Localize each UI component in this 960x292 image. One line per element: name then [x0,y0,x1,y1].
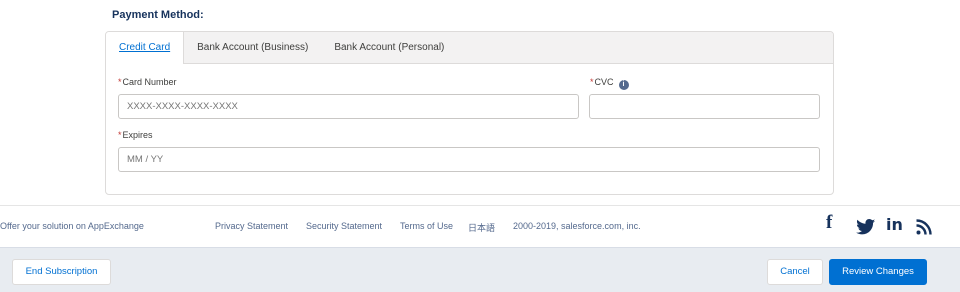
cvc-input[interactable] [589,94,820,119]
end-subscription-button[interactable]: End Subscription [12,259,111,285]
expires-input[interactable] [118,147,820,172]
card-number-input[interactable] [118,94,579,119]
footer-links: Offer your solution on AppExchange Priva… [0,205,960,247]
terms-of-use-link[interactable]: Terms of Use [400,221,453,231]
privacy-statement-link[interactable]: Privacy Statement [215,221,288,231]
tab-credit-card[interactable]: Credit Card [106,32,185,64]
card-number-label: *Card Number [118,77,177,87]
cvc-label-text: CVC [594,77,614,87]
linkedin-icon[interactable]: in [886,215,903,234]
security-statement-link[interactable]: Security Statement [306,221,382,231]
required-marker: * [118,130,122,140]
required-marker: * [590,77,594,87]
card-number-label-text: Card Number [122,77,177,87]
expires-label: *Expires [118,130,153,140]
twitter-icon[interactable] [856,219,876,235]
rss-icon[interactable] [916,219,932,235]
payment-tabs: Credit Card Bank Account (Business) Bank… [106,32,833,64]
japanese-language-link[interactable]: 日本語 [468,221,495,234]
appexchange-link[interactable]: Offer your solution on AppExchange [0,221,144,231]
cvc-label: *CVC i [590,77,629,90]
action-bar: End Subscription Cancel Review Changes [0,247,960,292]
expires-label-text: Expires [122,130,153,140]
copyright-text: 2000-2019, salesforce.com, inc. [513,221,641,231]
review-changes-button[interactable]: Review Changes [829,259,927,285]
required-marker: * [118,77,122,87]
tab-bank-account-personal[interactable]: Bank Account (Personal) [321,32,457,63]
payment-method-title: Payment Method: [112,9,204,21]
info-icon[interactable]: i [618,80,629,90]
tab-bank-account-business[interactable]: Bank Account (Business) [184,32,321,63]
facebook-icon[interactable]: f [826,212,832,234]
cancel-button[interactable]: Cancel [767,259,823,285]
payment-method-card: Credit Card Bank Account (Business) Bank… [105,31,834,195]
